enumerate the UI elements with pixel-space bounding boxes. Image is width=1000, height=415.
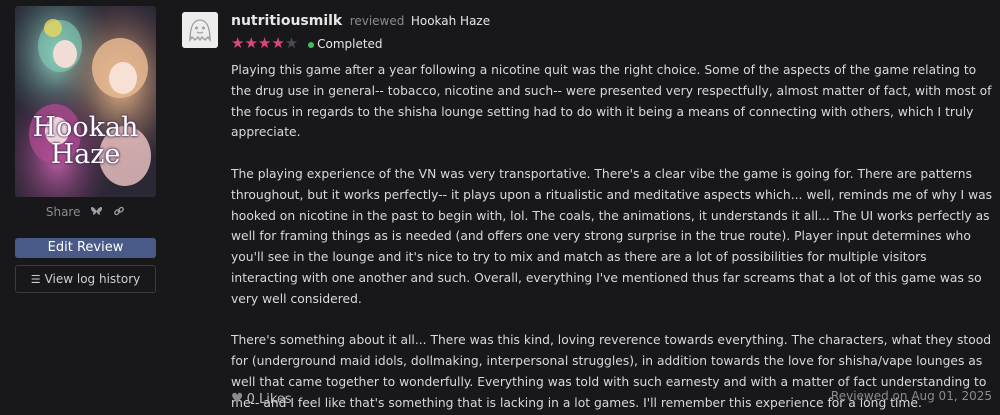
star-filled-icon: ★ <box>244 34 258 52</box>
share-row: Share <box>15 203 156 221</box>
link-icon[interactable] <box>113 204 125 222</box>
rating-row: ★★★★★ Completed <box>231 35 383 51</box>
likes-count: 0 Likes <box>246 392 292 407</box>
star-filled-icon: ★ <box>271 34 285 52</box>
avatar[interactable] <box>182 12 218 48</box>
view-log-history-label: View log history <box>44 272 141 286</box>
game-title-link[interactable]: Hookah Haze <box>411 14 490 28</box>
share-label: Share <box>45 205 81 219</box>
star-filled-icon: ★ <box>257 34 272 52</box>
star-filled-icon: ★ <box>231 34 245 52</box>
reviewed-word: reviewed <box>349 14 405 28</box>
star-empty-icon: ★ <box>284 34 299 52</box>
bluesky-icon[interactable] <box>90 204 103 222</box>
status-label: Completed <box>317 37 383 51</box>
game-sidebar: Hookah Haze Share Edit Review ☰ View log … <box>15 6 156 293</box>
status-dot-icon <box>308 41 315 48</box>
username-link[interactable]: nutritiousmilk <box>231 13 342 29</box>
status-badge: Completed <box>308 37 383 51</box>
edit-review-button[interactable]: Edit Review <box>15 238 156 258</box>
reviewed-date: Reviewed on Aug 01, 2025 <box>830 389 992 403</box>
star-rating: ★★★★★ <box>231 34 299 52</box>
review-paragraph: Playing this game after a year following… <box>231 63 992 140</box>
game-cover-image[interactable]: Hookah Haze <box>15 6 156 197</box>
list-icon: ☰ <box>30 273 41 286</box>
heart-icon: ♥ <box>231 391 244 407</box>
view-log-history-button[interactable]: ☰ View log history <box>15 265 156 293</box>
cover-title: Hookah Haze <box>32 112 139 170</box>
like-button[interactable]: ♥ 0 Likes <box>231 391 292 407</box>
review-paragraph: The playing experience of the VN was ver… <box>231 166 993 306</box>
review-header: nutritiousmilk reviewed Hookah Haze <box>231 13 490 29</box>
review-body: Playing this game after a year following… <box>231 60 996 415</box>
